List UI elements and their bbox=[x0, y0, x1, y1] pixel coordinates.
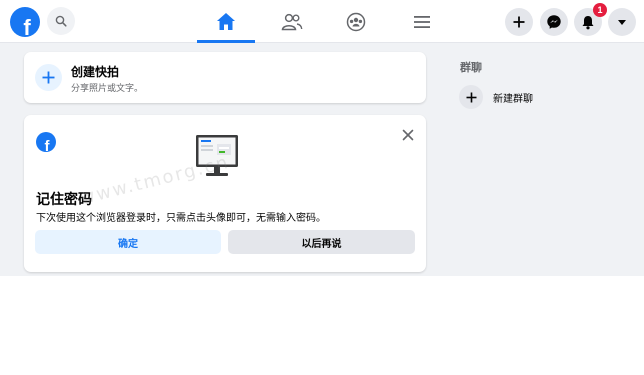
caret-down-icon bbox=[618, 19, 626, 25]
new-group-chat-button[interactable]: 新建群聊 bbox=[459, 85, 533, 109]
close-icon bbox=[402, 129, 414, 141]
nav-tab-menu[interactable] bbox=[393, 0, 451, 43]
close-button[interactable] bbox=[398, 125, 418, 145]
create-story-title: 创建快拍 bbox=[71, 65, 120, 79]
create-story-subtitle: 分享照片或文字。 bbox=[71, 84, 144, 94]
home-icon bbox=[217, 13, 235, 30]
messenger-icon bbox=[547, 15, 561, 29]
account-menu-button[interactable] bbox=[608, 8, 636, 36]
nav-tab-groups[interactable] bbox=[327, 0, 385, 43]
create-story-card[interactable]: 创建快拍 分享照片或文字。 bbox=[24, 52, 426, 103]
notifications-button[interactable]: 1 bbox=[574, 3, 607, 36]
bell-icon bbox=[582, 15, 594, 29]
search-button[interactable] bbox=[47, 7, 75, 35]
top-navigation-bar: f 1 bbox=[0, 0, 644, 43]
new-group-chat-label: 新建群聊 bbox=[493, 93, 533, 105]
hamburger-menu-icon bbox=[414, 15, 430, 28]
create-button[interactable] bbox=[505, 8, 533, 36]
not-now-button[interactable]: 以后再说 bbox=[228, 230, 415, 254]
remember-password-description: 下次使用这个浏览器登录时，只需点击头像即可，无需输入密码。 bbox=[36, 213, 326, 224]
groups-icon bbox=[346, 12, 366, 31]
plus-icon bbox=[466, 92, 476, 102]
create-story-button[interactable] bbox=[35, 64, 62, 91]
group-chats-heading: 群聊 bbox=[460, 61, 482, 74]
main-feed-area: 创建快拍 分享照片或文字。 f 记住密码 下次使用这个浏览器登录时，只需点击头像… bbox=[0, 43, 644, 276]
plus-icon bbox=[513, 16, 525, 28]
facebook-logo-icon: f bbox=[36, 132, 56, 152]
nav-tab-friends[interactable] bbox=[263, 0, 321, 43]
notification-badge: 1 bbox=[593, 3, 607, 17]
new-group-plus-button[interactable] bbox=[459, 85, 483, 109]
friends-icon bbox=[281, 13, 303, 30]
confirm-button[interactable]: 确定 bbox=[35, 230, 221, 254]
facebook-logo-icon[interactable]: f bbox=[10, 7, 40, 37]
plus-icon bbox=[42, 71, 55, 84]
messenger-button[interactable] bbox=[540, 8, 568, 36]
search-icon bbox=[55, 15, 67, 27]
nav-tab-home[interactable] bbox=[197, 0, 255, 43]
